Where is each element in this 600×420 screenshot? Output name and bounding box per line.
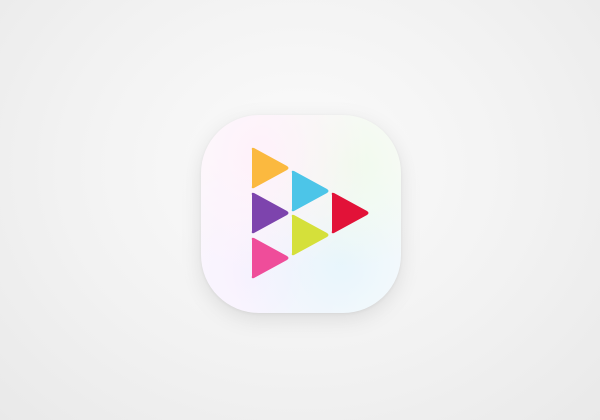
triangle-cyan <box>291 170 329 212</box>
triangle-purple <box>251 192 289 234</box>
triangle-red <box>331 192 369 234</box>
triangle-pink <box>251 237 289 279</box>
triangle-lime <box>291 214 329 256</box>
app-icon[interactable] <box>201 115 401 313</box>
triangle-orange <box>251 147 289 189</box>
colorful-play-triangles-icon <box>251 147 369 279</box>
